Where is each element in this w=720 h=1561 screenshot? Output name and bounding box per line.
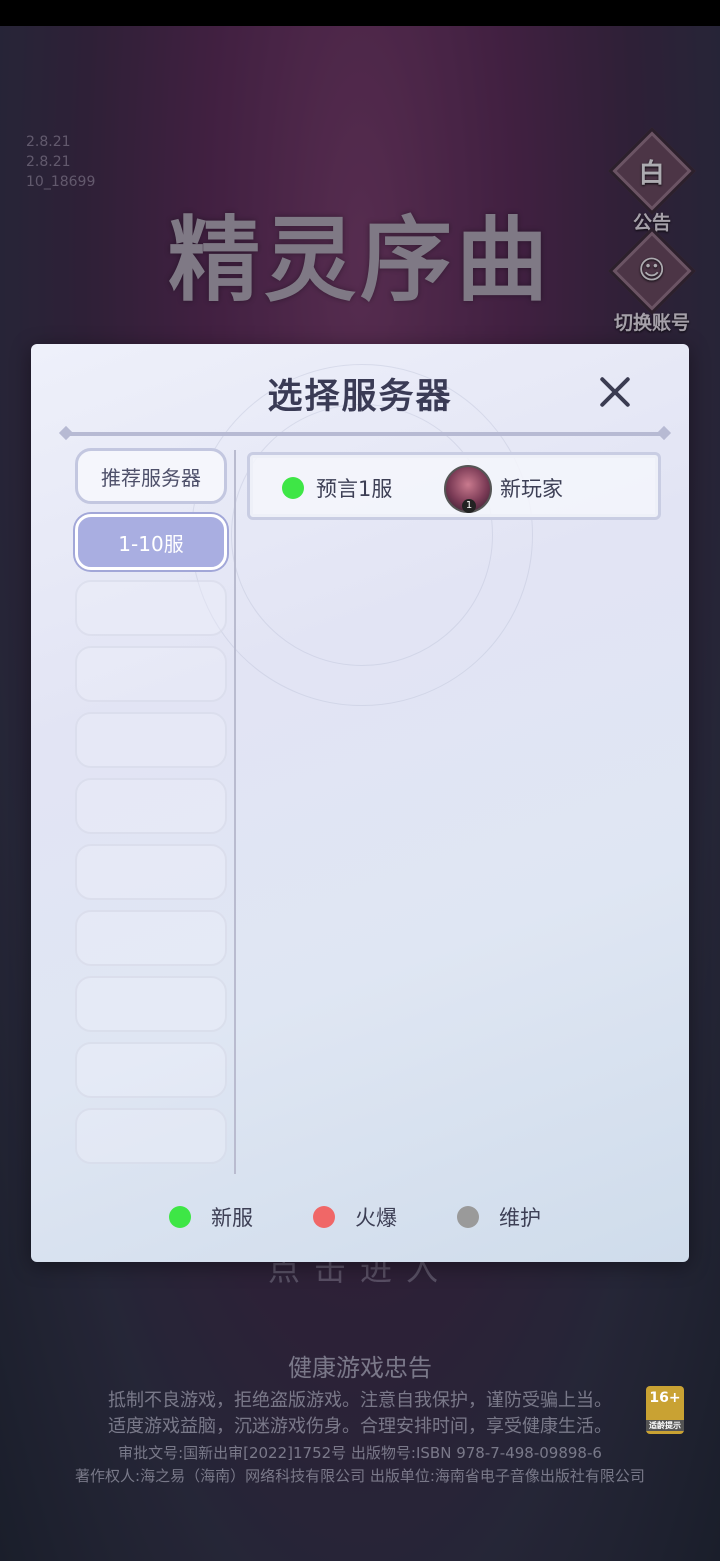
player-level-badge: 1 [462, 499, 476, 513]
health-notice-line: 抵制不良游戏，拒绝盗版游戏。注意自我保护，谨防受骗上当。 [108, 1390, 612, 1411]
copyright-info: 著作权人:海之易（海南）网络科技有限公司 出版单位:海南省电子音像出版社有限公司 [75, 1467, 645, 1485]
age-rating-value: 16+ [649, 1390, 681, 1406]
legend-hot-dot [313, 1206, 335, 1228]
health-notice-title: 健康游戏忠告 [288, 1354, 432, 1382]
tab-empty [75, 646, 227, 702]
legend-maintenance-dot [457, 1206, 479, 1228]
health-notice-line: 适度游戏益脑，沉迷游戏伤身。合理安排时间，享受健康生活。 [108, 1416, 612, 1437]
server-select-dialog: 选择服务器 推荐服务器 1-10服 预言1服 1 新玩家 新服 火爆 维护 [31, 344, 689, 1262]
legend-maintenance: 维护 [457, 1202, 541, 1232]
legend-new: 新服 [169, 1202, 253, 1232]
legend-hot-label: 火爆 [355, 1206, 397, 1230]
tab-recommended[interactable]: 推荐服务器 [75, 448, 227, 504]
server-group-tabs: 推荐服务器 1-10服 [75, 448, 231, 1174]
tab-empty [75, 712, 227, 768]
status-legend: 新服 火爆 维护 [31, 1202, 689, 1232]
legend-new-dot [169, 1206, 191, 1228]
decor-circle [231, 404, 493, 666]
tab-empty [75, 910, 227, 966]
title-divider [67, 432, 663, 436]
server-status-dot [282, 477, 304, 499]
approval-info: 审批文号:国新出审[2022]1752号 出版物号:ISBN 978-7-498… [118, 1444, 602, 1462]
tab-empty [75, 976, 227, 1032]
status-bar [0, 0, 720, 26]
panel-divider [234, 450, 236, 1174]
close-icon[interactable] [597, 374, 633, 410]
tab-empty [75, 1108, 227, 1164]
server-item[interactable]: 预言1服 1 新玩家 [247, 452, 661, 520]
tab-empty [75, 778, 227, 834]
tab-empty [75, 1042, 227, 1098]
legend-hot: 火爆 [313, 1202, 397, 1232]
age-rating-badge: 16+ 适龄提示 [646, 1386, 684, 1434]
tab-empty [75, 844, 227, 900]
player-name: 新玩家 [500, 477, 563, 501]
dialog-title: 选择服务器 [267, 377, 453, 417]
server-name: 预言1服 [316, 477, 393, 501]
player-avatar: 1 [444, 465, 492, 513]
legend-new-label: 新服 [211, 1206, 253, 1230]
tab-server-1-10[interactable]: 1-10服 [75, 514, 227, 570]
tab-empty [75, 580, 227, 636]
age-rating-note: 适龄提示 [646, 1420, 684, 1431]
legend-maintenance-label: 维护 [499, 1206, 541, 1230]
